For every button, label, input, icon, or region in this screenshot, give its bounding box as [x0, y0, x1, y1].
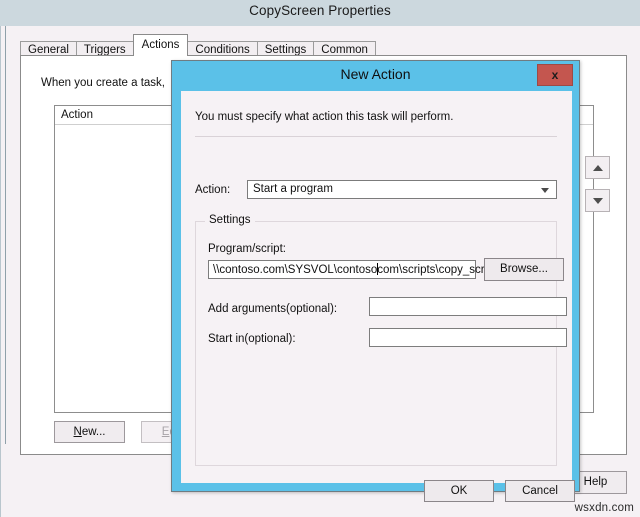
dialog-title: New Action	[340, 66, 411, 82]
new-button[interactable]: New...	[54, 421, 125, 443]
dialog-separator	[195, 136, 557, 137]
window-left-frame	[0, 0, 1, 517]
window-titlebar: CopyScreen Properties	[0, 0, 640, 26]
dialog-titlebar: New Action x	[172, 61, 579, 91]
action-combobox[interactable]: Start a program	[247, 180, 557, 199]
move-down-button[interactable]	[585, 189, 610, 212]
column-header-action[interactable]: Action	[61, 109, 93, 121]
start-in-input[interactable]	[369, 328, 567, 347]
browse-button[interactable]: Browse...	[484, 258, 564, 281]
dialog-instruction-text: You must specify what action this task w…	[195, 111, 454, 123]
triangle-up-icon	[592, 164, 603, 171]
watermark: wsxdn.com	[574, 502, 634, 514]
triangle-down-icon	[592, 197, 603, 204]
dialog-client-area: You must specify what action this task w…	[181, 91, 575, 502]
actions-intro-text: When you create a task,	[41, 77, 166, 89]
window-title: CopyScreen Properties	[249, 3, 391, 18]
program-script-input[interactable]: \\contoso.com\SYSVOL\contosocom\scripts\…	[208, 260, 485, 279]
move-up-button[interactable]	[585, 156, 610, 179]
tab-strip: General Triggers Actions Conditions Sett…	[20, 34, 376, 59]
cancel-button[interactable]: Cancel	[505, 480, 575, 502]
chevron-down-icon	[541, 188, 549, 193]
program-script-value-post: com\scripts\copy_scr	[377, 264, 485, 276]
new-action-dialog: New Action x You must specify what actio…	[171, 60, 580, 502]
action-combobox-value: Start a program	[253, 183, 333, 195]
action-label: Action:	[195, 184, 231, 196]
add-arguments-label: Add arguments(optional):	[208, 303, 338, 315]
program-script-label: Program/script:	[208, 243, 286, 255]
tab-actions[interactable]: Actions	[132, 34, 189, 56]
program-script-value: \\contoso.com\SYSVOL\contosocom\scripts\…	[213, 263, 485, 276]
start-in-label: Start in(optional):	[208, 333, 296, 345]
close-icon[interactable]: x	[537, 64, 573, 86]
ok-button[interactable]: OK	[424, 480, 494, 502]
program-script-value-pre: \\contoso.com\SYSVOL\contoso	[213, 264, 378, 276]
settings-groupbox-legend: Settings	[205, 214, 255, 226]
add-arguments-input[interactable]	[369, 297, 567, 316]
